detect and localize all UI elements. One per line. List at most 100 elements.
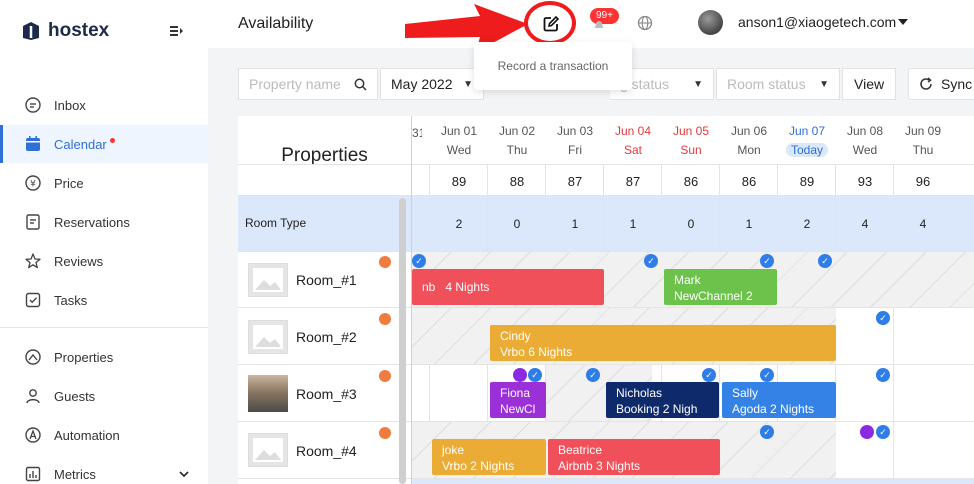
property-search-input[interactable]: Property name [238, 68, 378, 100]
day-of-week: Thu [912, 143, 934, 157]
booking-bar[interactable]: Cindy Vrbo 6 Nights [490, 325, 836, 361]
booking-bar[interactable]: nb 4 Nights [412, 269, 604, 305]
room-status-select[interactable]: Room status ▼ [716, 68, 840, 100]
day-of-week: Mon [737, 143, 761, 157]
room-name[interactable]: Room_#2 [296, 329, 357, 345]
refresh-icon [920, 77, 932, 90]
day-header: Jun 05 Sun [662, 124, 720, 157]
sidebar: hostex Inbox Calendar ¥ Price Reservatio… [0, 0, 208, 484]
check-icon: ✓ [876, 425, 890, 439]
day-header: Jun 09 Thu [894, 124, 952, 157]
house-icon [25, 349, 41, 365]
booking-guest: Nicholas [616, 386, 663, 400]
booking-bar[interactable]: Nicholas Booking 2 Nigh [606, 382, 719, 418]
person-icon [26, 389, 40, 404]
booking-details: Vrbo 6 Nights [500, 345, 573, 359]
room-type-count: 0 [513, 217, 521, 231]
grid-line [893, 164, 894, 484]
day-header: Jun 06 Mon [720, 124, 778, 157]
vertical-scrollbar[interactable] [399, 198, 406, 484]
booking-bar[interactable]: Beatrice Airbnb 3 Nights [548, 439, 720, 475]
month-value: May 2022 [391, 76, 453, 92]
day-date: Jun 06 [730, 124, 768, 138]
sidebar-item-label: Guests [54, 388, 96, 404]
sync-button[interactable]: Sync [908, 68, 974, 100]
day-of-week: Thu [506, 143, 528, 157]
sidebar-item-reservations[interactable]: Reservations [0, 203, 208, 241]
sidebar-item-automation[interactable]: Automation [0, 416, 208, 454]
booking-bar[interactable]: Mark NewChannel 2 [664, 269, 777, 305]
edit-icon [543, 15, 560, 32]
check-icon: ✓ [528, 368, 542, 382]
sidebar-item-calendar[interactable]: Calendar [0, 125, 208, 163]
room-type-count: 2 [455, 217, 463, 231]
sidebar-item-label: Calendar [54, 136, 107, 152]
room-name[interactable]: Room_#4 [296, 443, 357, 459]
availability-count: 86 [741, 174, 757, 189]
day-date: Jun 01 [440, 124, 478, 138]
booking-bar[interactable]: Fiona NewCl [490, 382, 546, 418]
check-icon: ✓ [760, 254, 774, 268]
room-photo [248, 375, 288, 412]
calendar-grid: Properties Room Type 31 Jun 01 Wed 89 2 Jun … [238, 116, 974, 484]
booking-details: Vrbo 2 Nights [442, 459, 515, 473]
collapse-sidebar-icon[interactable] [170, 24, 184, 42]
app-logo[interactable]: hostex [20, 20, 109, 42]
rocket-icon [379, 427, 391, 439]
svg-text:¥: ¥ [30, 180, 36, 190]
view-button-label: View [854, 76, 885, 92]
sidebar-item-label: Tasks [54, 292, 88, 308]
sidebar-item-reviews[interactable]: Reviews [0, 242, 208, 280]
day-date: Jun 08 [846, 124, 884, 138]
check-icon: ✓ [586, 368, 600, 382]
day-date: Jun 04 [614, 124, 652, 138]
globe-icon[interactable] [637, 15, 653, 31]
check-icon: ✓ [760, 368, 774, 382]
booking-guest: Beatrice [558, 443, 603, 457]
sidebar-item-label: Automation [54, 427, 120, 443]
sidebar-item-properties[interactable]: Properties [0, 338, 208, 376]
room-name[interactable]: Room_#1 [296, 272, 357, 288]
sidebar-item-price[interactable]: ¥ Price [0, 164, 208, 202]
sidebar-item-metrics[interactable]: Metrics [0, 455, 208, 484]
view-button[interactable]: View [842, 68, 896, 100]
sidebar-item-guests[interactable]: Guests [0, 377, 208, 415]
room-type-count: 1 [629, 217, 637, 231]
property-search-placeholder: Property name [249, 76, 341, 92]
check-icon: ✓ [876, 368, 890, 382]
user-menu[interactable]: anson1@xiaogetech.com [738, 14, 909, 30]
hostex-logo-icon [23, 22, 39, 40]
room-type-count: 4 [919, 217, 927, 231]
booking-guest: Cindy [500, 329, 531, 343]
day-of-week: Sun [680, 143, 702, 157]
room-type-row-partial [412, 479, 974, 484]
document-icon [26, 214, 40, 230]
grid-line [238, 164, 974, 165]
check-icon: ✓ [818, 254, 832, 268]
chevron-down-icon[interactable] [178, 468, 190, 480]
bell-icon[interactable] [592, 18, 606, 30]
day-of-week: Fri [568, 143, 582, 157]
avatar[interactable] [698, 10, 723, 35]
month-select[interactable]: May 2022 ▼ [380, 68, 484, 100]
room-name[interactable]: Room_#3 [296, 386, 357, 402]
check-icon: ✓ [760, 425, 774, 439]
room-thumbnail [248, 320, 288, 354]
day-date: Jun 03 [556, 124, 594, 138]
properties-header: Properties [281, 145, 368, 166]
rocket-icon [379, 370, 391, 382]
room-type-count: 1 [571, 217, 579, 231]
booking-details: Airbnb 3 Nights [558, 459, 641, 473]
sidebar-item-tasks[interactable]: Tasks [0, 281, 208, 319]
clock-icon [860, 425, 874, 439]
booking-bar[interactable]: Sally Agoda 2 Nights [722, 382, 836, 418]
booking-nights: 4 Nights [445, 280, 490, 294]
image-placeholder-icon [253, 268, 283, 292]
booking-bar[interactable]: joke Vrbo 2 Nights [432, 439, 546, 475]
sidebar-item-inbox[interactable]: Inbox [0, 86, 208, 124]
day-of-week: Wed [446, 143, 472, 157]
record-transaction-button[interactable] [524, 1, 576, 45]
search-icon [354, 78, 367, 91]
booking-details: Agoda 2 Nights [732, 402, 815, 416]
check-square-icon [25, 292, 41, 308]
